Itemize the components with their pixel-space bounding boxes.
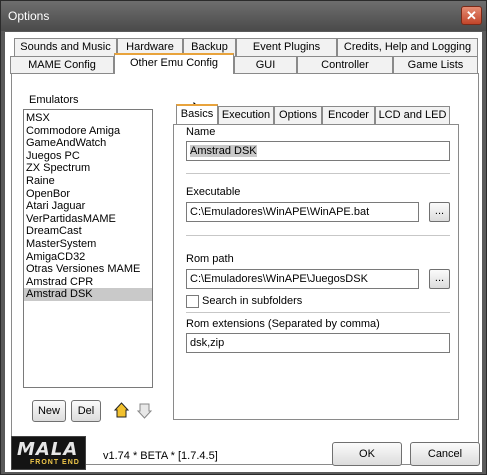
emulators-list[interactable]: MSX Commodore Amiga GameAndWatch Juegos …	[23, 109, 153, 388]
emulators-label: Emulators	[29, 94, 79, 106]
list-item[interactable]: GameAndWatch	[24, 137, 152, 150]
dialog-client: Sounds and Music Hardware Backup Event P…	[5, 32, 482, 472]
search-subfolders-checkbox[interactable]	[186, 295, 199, 308]
logo-text: MALA	[17, 439, 79, 460]
tab-sounds-and-music[interactable]: Sounds and Music	[14, 38, 117, 56]
list-item[interactable]: OpenBor	[24, 188, 152, 201]
tab-credits-help-logging[interactable]: Credits, Help and Logging	[337, 38, 478, 56]
tab-controller[interactable]: Controller	[297, 56, 393, 74]
list-item[interactable]: Juegos PC	[24, 150, 152, 163]
move-up-icon[interactable]	[113, 401, 130, 420]
tab-basics[interactable]: Basics	[176, 104, 218, 124]
list-item[interactable]: MSX	[24, 112, 152, 125]
divider	[186, 235, 450, 236]
list-item[interactable]: Amstrad CPR	[24, 276, 152, 289]
tab-execution[interactable]: Execution	[218, 106, 274, 124]
tab-other-emu-config[interactable]: Other Emu Config	[114, 53, 234, 74]
executable-field[interactable]: C:\Emuladores\WinAPE\WinAPE.bat	[186, 202, 419, 222]
tab-encoder[interactable]: Encoder	[322, 106, 375, 124]
del-button[interactable]: Del	[71, 400, 101, 422]
tab-mame-config[interactable]: MAME Config	[10, 56, 114, 74]
name-value: Amstrad DSK	[190, 145, 257, 157]
logo-subtext: FRONT END	[30, 459, 80, 466]
rom-extensions-field[interactable]: dsk,zip	[186, 333, 450, 353]
executable-label: Executable	[186, 186, 241, 198]
list-item[interactable]: Otras Versiones MAME	[24, 263, 152, 276]
list-item-selected[interactable]: Amstrad DSK	[24, 288, 152, 301]
rompath-field[interactable]: C:\Emuladores\WinAPE\JuegosDSK	[186, 269, 419, 289]
list-item[interactable]: VerPartidasMAME	[24, 213, 152, 226]
executable-browse-button[interactable]: ...	[429, 202, 450, 222]
divider	[186, 173, 450, 174]
version-label: v1.74 * BETA * [1.7.4.5]	[103, 450, 218, 462]
name-field[interactable]: Amstrad DSK	[186, 141, 450, 161]
move-down-icon[interactable]	[136, 401, 153, 420]
list-item[interactable]: DreamCast	[24, 225, 152, 238]
ok-button[interactable]: OK	[332, 442, 402, 466]
window-title: Options	[8, 9, 50, 23]
new-button[interactable]: New	[32, 400, 66, 422]
tab-gui[interactable]: GUI	[234, 56, 297, 74]
close-button[interactable]: ✕	[461, 6, 482, 25]
tab-game-lists[interactable]: Game Lists	[393, 56, 478, 74]
list-item[interactable]: MasterSystem	[24, 238, 152, 251]
list-item[interactable]: ZX Spectrum	[24, 162, 152, 175]
mala-logo: MALA FRONT END	[11, 436, 86, 470]
name-label: Name	[186, 126, 216, 138]
list-item[interactable]: Atari Jaguar	[24, 200, 152, 213]
rompath-label: Rom path	[186, 253, 234, 265]
options-window: Options ✕ Sounds and Music Hardware Back…	[0, 0, 487, 475]
list-item[interactable]: Commodore Amiga	[24, 125, 152, 138]
search-subfolders-label: Search in subfolders	[202, 295, 303, 307]
tab-lcd-and-led[interactable]: LCD and LED	[375, 106, 450, 124]
divider	[186, 312, 450, 313]
cancel-button[interactable]: Cancel	[410, 442, 480, 466]
tab-options[interactable]: Options	[274, 106, 322, 124]
rompath-browse-button[interactable]: ...	[429, 269, 450, 289]
title-bar[interactable]: Options ✕	[1, 1, 486, 31]
list-item[interactable]: Raine	[24, 175, 152, 188]
rom-extensions-label: Rom extensions (Separated by comma)	[186, 318, 380, 330]
tab-event-plugins[interactable]: Event Plugins	[236, 38, 337, 56]
list-item[interactable]: AmigaCD32	[24, 251, 152, 264]
